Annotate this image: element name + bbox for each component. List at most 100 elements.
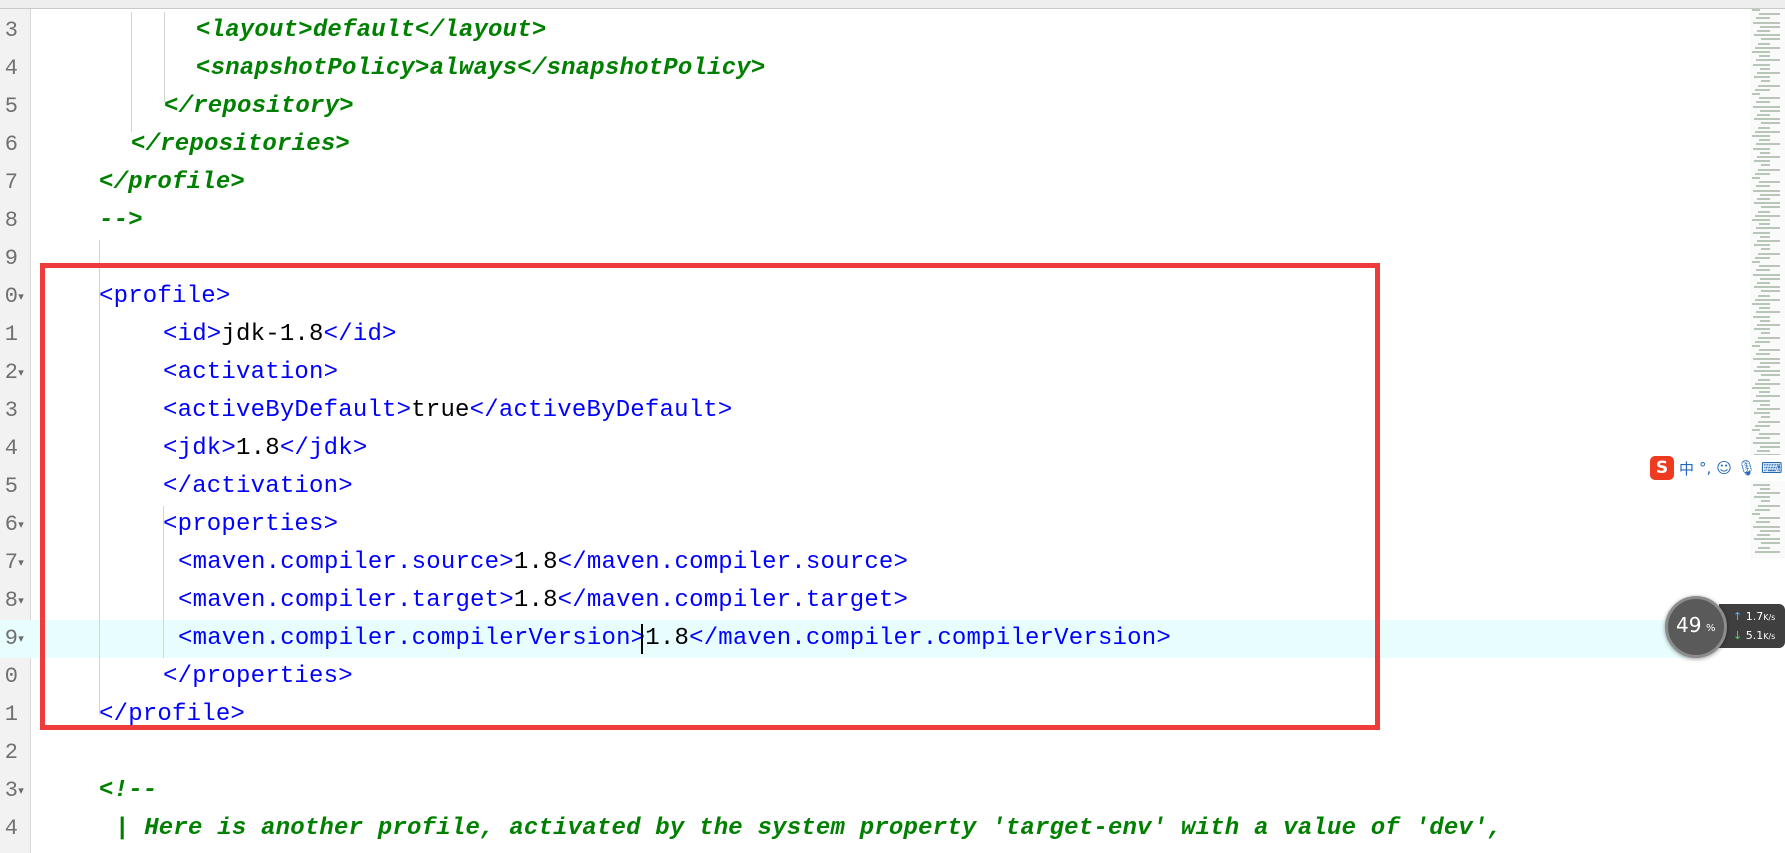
xml-comment: </profile> <box>99 169 246 196</box>
editor-line[interactable]: 3 <layout>default</layout> <box>0 12 1700 50</box>
line-number: 5 <box>4 474 18 499</box>
upload-speed: 1.7 <box>1745 610 1764 623</box>
upload-unit: K/s <box>1763 613 1776 622</box>
usage-percent: 49 <box>1676 613 1702 637</box>
editor-line[interactable]: 3 ▾ <!-- <box>0 772 1700 810</box>
fold-toggle-icon[interactable]: ▾ <box>15 506 27 544</box>
minimap-line <box>1756 143 1780 146</box>
line-number: 7 <box>4 170 18 195</box>
minimap-line <box>1759 307 1770 310</box>
minimap-line <box>1752 9 1760 11</box>
xml-comment: | Here is another profile, activated by … <box>115 815 1503 842</box>
fold-toggle-icon[interactable]: ▾ <box>15 620 27 658</box>
minimap-line <box>1753 357 1780 360</box>
fold-toggle-icon[interactable]: ▾ <box>15 278 27 316</box>
minimap-line <box>1759 181 1780 184</box>
minimap-line <box>1753 483 1770 486</box>
minimap-line <box>1754 412 1770 415</box>
minimap-line <box>1761 500 1770 503</box>
minimap-line <box>1756 101 1770 104</box>
minimap-line <box>1752 387 1770 389</box>
indent-guide <box>131 12 132 132</box>
minimap-line <box>1758 546 1770 549</box>
minimap-line <box>1756 269 1770 272</box>
fold-toggle-icon[interactable]: ▾ <box>15 544 27 582</box>
minimap-line <box>1756 59 1780 62</box>
minimap-line <box>1759 223 1770 226</box>
minimap-line <box>1760 193 1780 196</box>
minimap-line <box>1753 315 1770 318</box>
minimap-line <box>1752 429 1760 431</box>
minimap-line <box>1753 273 1780 276</box>
minimap-line <box>1755 46 1780 49</box>
minimap-line <box>1758 420 1780 423</box>
fold-toggle-icon[interactable]: ▾ <box>15 354 27 392</box>
editor-line[interactable]: 4 | Here is another profile, activated by… <box>0 810 1700 848</box>
ime-mode-toggle[interactable]: 中 <box>1679 458 1694 479</box>
minimap-line <box>1760 361 1780 364</box>
minimap-line <box>1752 135 1770 137</box>
line-number: 2 <box>4 740 18 765</box>
xml-comment: always <box>429 55 518 82</box>
minimap-line <box>1759 139 1770 142</box>
minimap-line <box>1754 328 1770 331</box>
code-text: <!-- <box>99 772 157 810</box>
editor-line[interactable]: 2 <box>0 734 1700 772</box>
minimap-line <box>1754 244 1770 247</box>
xml-comment: <layout> <box>196 17 313 44</box>
editor-line[interactable]: 5 </repository> <box>0 88 1700 126</box>
minimap-line <box>1753 231 1770 234</box>
minimap-line <box>1761 122 1780 125</box>
minimap-line <box>1761 416 1770 419</box>
download-arrow-icon: ↓ <box>1733 629 1743 642</box>
minimap-line <box>1756 521 1770 524</box>
minimap-line <box>1754 118 1780 121</box>
fold-toggle-icon[interactable]: ▾ <box>15 772 27 810</box>
network-monitor-widget[interactable]: ↑ 1.7K/s ↓ 5.1K/s 49 % <box>1665 596 1785 658</box>
minimap-line <box>1760 277 1780 280</box>
editor-line[interactable]: 8 --> <box>0 202 1700 240</box>
editor-line[interactable]: 7 </profile> <box>0 164 1700 202</box>
microphone-icon[interactable]: 🎙 <box>1737 459 1756 477</box>
minimap-line <box>1752 51 1770 53</box>
upload-arrow-icon: ↑ <box>1733 610 1743 623</box>
minimap-line <box>1758 504 1780 507</box>
minimap-line <box>1755 550 1780 553</box>
minimap-line <box>1757 30 1770 32</box>
minimap-line <box>1754 370 1780 373</box>
editor-line[interactable]: 6 </repositories> <box>0 126 1700 164</box>
keyboard-icon[interactable]: ⌨ <box>1761 459 1783 477</box>
minimap-line <box>1755 382 1780 385</box>
minimap-line <box>1761 206 1780 209</box>
minimap-line <box>1752 513 1760 515</box>
minimap-line <box>1755 256 1770 259</box>
xml-comment: --> <box>99 207 143 234</box>
minimap-line <box>1753 63 1770 66</box>
memory-usage-gauge[interactable]: 49 % <box>1665 596 1727 658</box>
line-number: 4 <box>4 436 18 461</box>
minimap-line <box>1760 445 1780 448</box>
code-text: | Here is another profile, activated by … <box>115 810 1502 848</box>
network-speeds: ↑ 1.7K/s ↓ 5.1K/s <box>1719 604 1785 648</box>
editor-line[interactable]: 4 <snapshotPolicy>always</snapshotPolicy> <box>0 50 1700 88</box>
minimap-line <box>1760 235 1770 238</box>
minimap-line <box>1760 487 1770 490</box>
minimap-line <box>1760 25 1780 28</box>
ime-punctuation-toggle[interactable]: °, <box>1699 459 1711 477</box>
minimap-line <box>1755 130 1780 133</box>
ime-toolbar[interactable]: S 中 °, ☺ 🎙 ⌨ <box>1650 455 1785 481</box>
smiley-icon[interactable]: ☺ <box>1716 459 1732 477</box>
minimap-line <box>1756 395 1780 398</box>
annotation-highlight-box <box>40 263 1380 730</box>
minimap-line <box>1754 286 1780 289</box>
minimap-line <box>1761 542 1780 545</box>
minimap-line <box>1758 336 1780 339</box>
line-number: 3 <box>4 398 18 423</box>
sogou-ime-logo[interactable]: S <box>1650 456 1674 480</box>
minimap-line <box>1756 437 1770 440</box>
minimap-line <box>1759 265 1780 268</box>
minimap-line <box>1753 441 1780 444</box>
line-number: 5 <box>4 94 18 119</box>
minimap-line <box>1753 105 1780 108</box>
fold-toggle-icon[interactable]: ▾ <box>15 582 27 620</box>
